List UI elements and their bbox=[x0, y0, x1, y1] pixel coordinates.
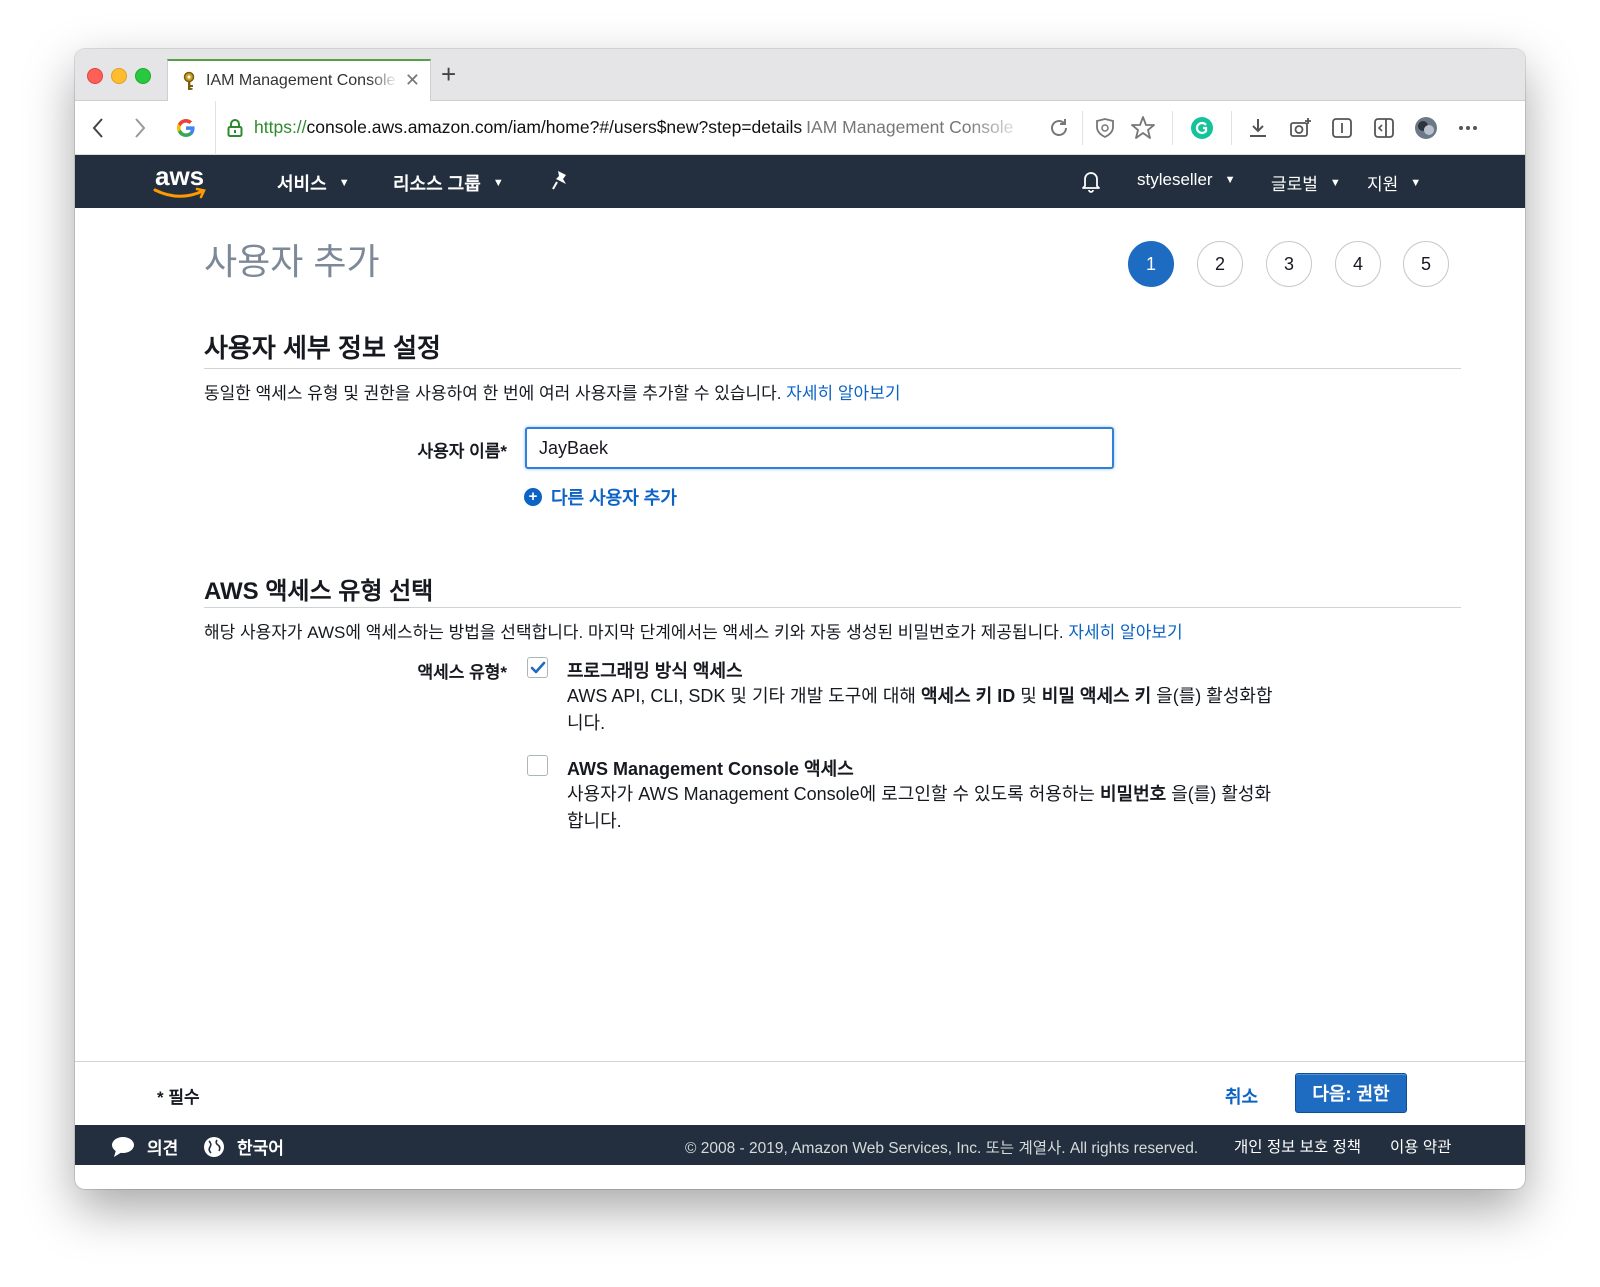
copyright-text: © 2008 - 2019, Amazon Web Services, Inc.… bbox=[685, 1140, 1199, 1157]
region-label: 글로벌 bbox=[1271, 175, 1318, 194]
tab-close-icon[interactable]: ✕ bbox=[405, 70, 420, 91]
aws-logo[interactable]: aws bbox=[153, 161, 211, 201]
programmatic-access-title: 프로그래밍 방식 액세스 bbox=[567, 661, 743, 681]
next-permissions-button[interactable]: 다음: 권한 bbox=[1295, 1073, 1407, 1113]
chevron-down-icon: ▼ bbox=[1224, 174, 1236, 186]
step-3[interactable]: 3 bbox=[1266, 241, 1312, 287]
account-label: styleseller bbox=[1137, 170, 1213, 189]
aws-smile-icon bbox=[153, 187, 206, 199]
support-menu[interactable]: 지원 ▼ bbox=[1367, 170, 1421, 195]
chevron-down-icon: ▼ bbox=[1329, 176, 1341, 189]
step-5[interactable]: 5 bbox=[1403, 241, 1449, 287]
new-tab-button[interactable]: + bbox=[441, 61, 456, 87]
option-desc-text: 및 bbox=[1015, 686, 1042, 706]
resource-groups-menu[interactable]: 리소스 그룹 ▼ bbox=[393, 170, 504, 196]
sidebar-icon[interactable] bbox=[1371, 115, 1397, 141]
section-divider bbox=[204, 368, 1461, 369]
learn-more-link[interactable]: 자세히 알아보기 bbox=[786, 384, 900, 403]
access-type-label: 액세스 유형* bbox=[417, 663, 507, 682]
access-type-heading: AWS 액세스 유형 선택 bbox=[204, 578, 434, 605]
resource-groups-label: 리소스 그룹 bbox=[393, 174, 481, 194]
learn-more-link[interactable]: 자세히 알아보기 bbox=[1068, 623, 1182, 642]
maximize-window-button[interactable] bbox=[135, 68, 151, 84]
bookmark-star-icon[interactable] bbox=[1130, 115, 1156, 141]
screenshot-icon[interactable] bbox=[1287, 115, 1313, 141]
reader-icon[interactable] bbox=[1329, 115, 1355, 141]
privacy-policy-link[interactable]: 개인 정보 보호 정책 bbox=[1234, 1135, 1361, 1157]
programmatic-access-checkbox[interactable] bbox=[527, 657, 548, 678]
support-label: 지원 bbox=[1367, 175, 1399, 194]
pin-icon[interactable] bbox=[551, 169, 571, 191]
url-text: https://console.aws.amazon.com/iam/home?… bbox=[254, 117, 1029, 138]
checkmark-icon bbox=[530, 661, 545, 673]
language-label: 한국어 bbox=[237, 1139, 284, 1158]
option-desc-bold: 비밀 액세스 키 bbox=[1041, 686, 1152, 706]
feedback-button[interactable]: 의견 bbox=[111, 1134, 178, 1159]
services-menu[interactable]: 서비스 ▼ bbox=[277, 170, 350, 196]
user-details-description: 동일한 액세스 유형 및 권한을 사용하여 한 번에 여러 사용자를 추가할 수… bbox=[204, 379, 900, 404]
step-2[interactable]: 2 bbox=[1197, 241, 1243, 287]
language-selector[interactable]: 한국어 bbox=[203, 1134, 284, 1159]
terms-of-use-link[interactable]: 이용 약관 bbox=[1390, 1135, 1451, 1157]
user-details-description-text: 동일한 액세스 유형 및 권한을 사용하여 한 번에 여러 사용자를 추가할 수… bbox=[204, 384, 782, 403]
programmatic-access-description: AWS API, CLI, SDK 및 기타 개발 도구에 대해 액세스 키 I… bbox=[567, 683, 1279, 737]
key-icon bbox=[180, 71, 198, 91]
step-1[interactable]: 1 bbox=[1128, 241, 1174, 287]
console-footer: 의견 한국어 © 2008 - 2019, Amazon Web Service… bbox=[75, 1125, 1525, 1165]
console-access-description: 사용자가 AWS Management Console에 로그인할 수 있도록 … bbox=[567, 781, 1279, 835]
grammarly-icon[interactable] bbox=[1189, 115, 1215, 141]
url-scheme: https:// bbox=[254, 117, 307, 137]
username-label: 사용자 이름* bbox=[417, 442, 507, 461]
globe-icon bbox=[203, 1136, 225, 1158]
speech-bubble-icon bbox=[111, 1136, 135, 1158]
chevron-down-icon: ▼ bbox=[492, 177, 504, 189]
add-another-user-label: 다른 사용자 추가 bbox=[551, 488, 677, 508]
tab-title: IAM Management Console bbox=[206, 72, 396, 89]
username-input[interactable] bbox=[525, 427, 1114, 469]
chevron-down-icon: ▼ bbox=[338, 177, 350, 189]
required-note: * 필수 bbox=[157, 1088, 200, 1107]
cancel-button[interactable]: 취소 bbox=[1225, 1083, 1258, 1109]
back-button[interactable] bbox=[85, 115, 111, 141]
aws-top-nav: aws 서비스 ▼ 리소스 그룹 ▼ styleseller ▼ 글로벌 ▼ 지… bbox=[75, 155, 1525, 208]
console-access-checkbox[interactable] bbox=[527, 755, 548, 776]
access-type-description: 해당 사용자가 AWS에 액세스하는 방법을 선택합니다. 마지막 단계에서는 … bbox=[204, 618, 1183, 643]
browser-tab[interactable]: IAM Management Console ✕ bbox=[167, 59, 431, 102]
url-page-title: IAM Management Console bbox=[806, 117, 1014, 137]
section-divider bbox=[204, 607, 1461, 608]
user-details-heading: 사용자 세부 정보 설정 bbox=[204, 333, 441, 363]
chevron-down-icon: ▼ bbox=[1410, 176, 1422, 189]
services-label: 서비스 bbox=[277, 174, 327, 194]
more-menu-icon[interactable] bbox=[1455, 115, 1481, 141]
account-menu[interactable]: styleseller ▼ bbox=[1137, 170, 1235, 190]
access-type-description-text: 해당 사용자가 AWS에 액세스하는 방법을 선택합니다. 마지막 단계에서는 … bbox=[204, 623, 1064, 642]
option-desc-bold: 액세스 키 ID bbox=[920, 686, 1016, 706]
google-icon[interactable] bbox=[173, 115, 199, 141]
shield-icon[interactable] bbox=[1092, 115, 1118, 141]
console-access-title: AWS Management Console 액세스 bbox=[567, 759, 854, 779]
plus-circle-icon: + bbox=[524, 488, 542, 506]
footer-divider bbox=[75, 1061, 1525, 1062]
feedback-label: 의견 bbox=[147, 1139, 179, 1158]
step-4[interactable]: 4 bbox=[1335, 241, 1381, 287]
forward-button[interactable] bbox=[127, 115, 153, 141]
close-window-button[interactable] bbox=[87, 68, 103, 84]
url-path: console.aws.amazon.com/iam/home?#/users$… bbox=[306, 117, 803, 137]
page-title: 사용자 추가 bbox=[204, 241, 380, 282]
region-menu[interactable]: 글로벌 ▼ bbox=[1271, 170, 1341, 195]
option-desc-text: 사용자가 AWS Management Console에 로그인할 수 있도록 … bbox=[567, 784, 1100, 804]
minimize-window-button[interactable] bbox=[111, 68, 127, 84]
profile-avatar-icon[interactable] bbox=[1413, 115, 1439, 141]
reload-icon[interactable] bbox=[1046, 115, 1072, 141]
browser-toolbar: https://console.aws.amazon.com/iam/home?… bbox=[75, 101, 1525, 155]
notification-bell-icon[interactable] bbox=[1079, 168, 1103, 194]
lock-icon bbox=[222, 115, 248, 141]
add-another-user-link[interactable]: + 다른 사용자 추가 bbox=[524, 484, 677, 510]
download-icon[interactable] bbox=[1245, 115, 1271, 141]
option-desc-text: AWS API, CLI, SDK 및 기타 개발 도구에 대해 bbox=[567, 686, 921, 706]
tab-strip: IAM Management Console ✕ + bbox=[75, 49, 1525, 102]
address-bar[interactable]: https://console.aws.amazon.com/iam/home?… bbox=[215, 101, 1215, 155]
option-desc-bold: 비밀번호 bbox=[1099, 784, 1167, 804]
browser-window: IAM Management Console ✕ + https://conso… bbox=[75, 49, 1525, 1189]
